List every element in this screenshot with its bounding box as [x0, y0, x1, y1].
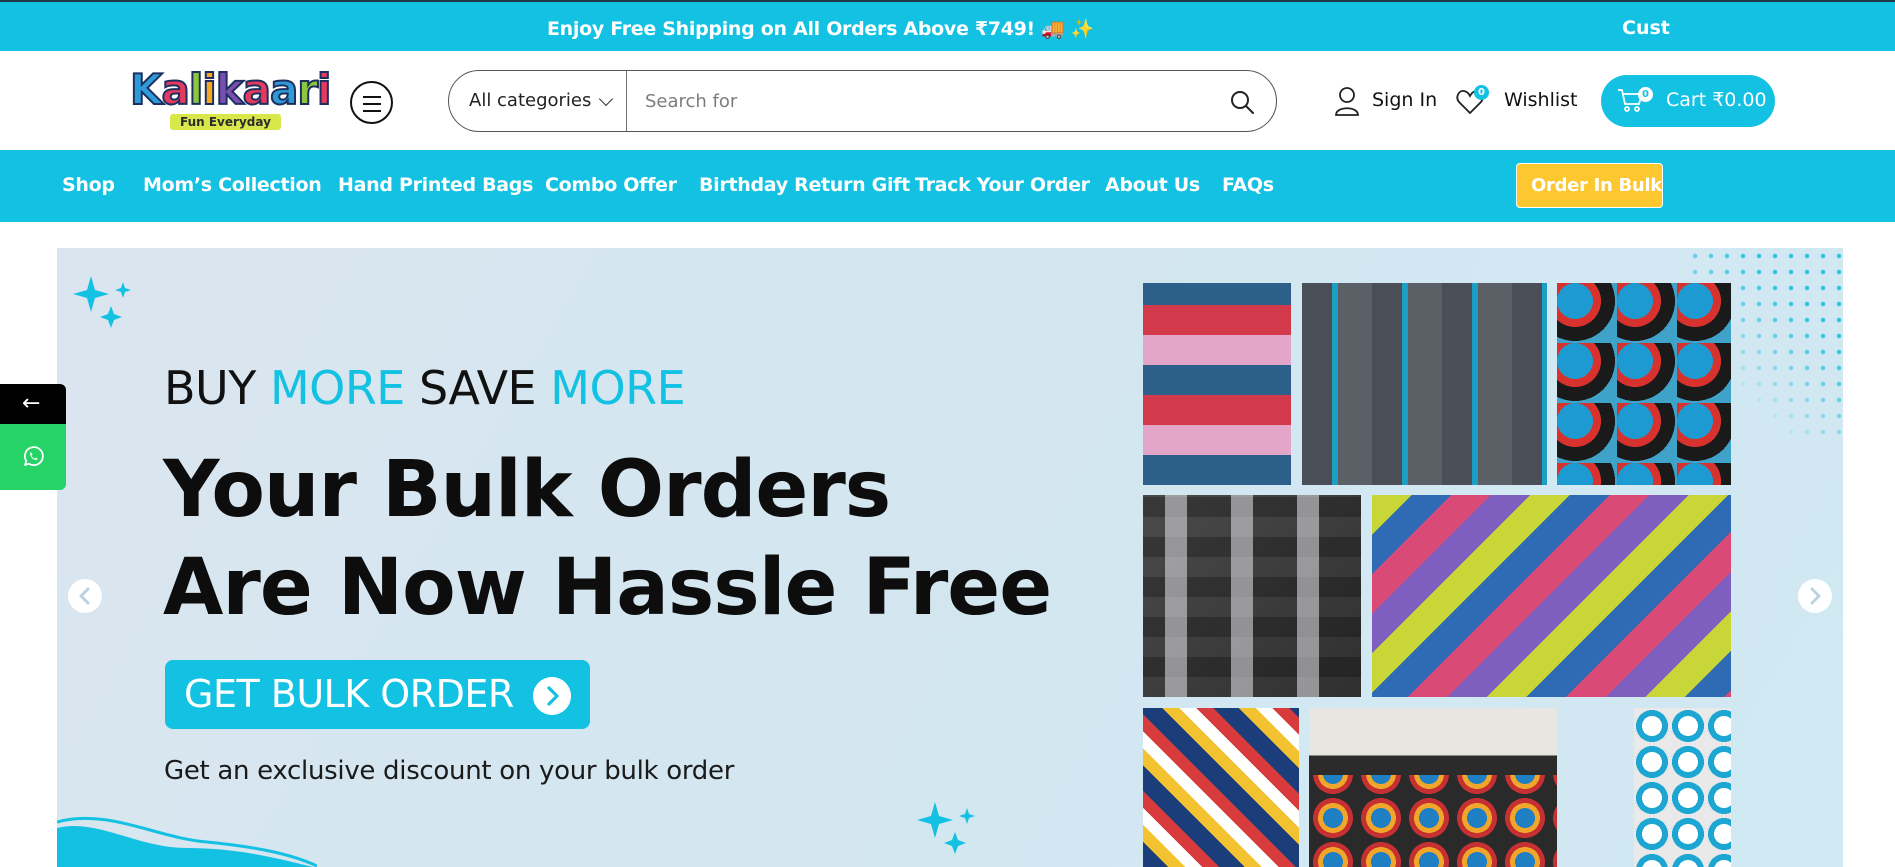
product-photo: [1143, 495, 1361, 697]
nav-item-about-us[interactable]: About Us: [1105, 174, 1200, 196]
arrow-left-icon: ←: [22, 391, 41, 416]
product-photo: [1557, 283, 1731, 485]
cart-label: Cart ₹0.00: [1666, 89, 1767, 111]
nav-item-birthday-return-gift[interactable]: Birthday Return Gift: [699, 174, 910, 196]
sign-in-link[interactable]: Sign In: [1334, 86, 1437, 116]
sign-in-label: Sign In: [1372, 89, 1438, 111]
hero-subtext: Get an exclusive discount on your bulk o…: [164, 756, 735, 786]
kicker-word: SAVE: [419, 361, 537, 415]
kicker-word: MORE: [269, 361, 405, 415]
whatsapp-button[interactable]: [0, 424, 66, 490]
site-logo[interactable]: Kalikaari Fun Everyday: [129, 66, 333, 135]
cta-label: GET BULK ORDER: [184, 672, 514, 716]
hero-kicker: BUY MORE SAVE MORE: [164, 361, 686, 415]
search-icon[interactable]: [1229, 89, 1255, 115]
main-nav: Shop Mom’s Collection Hand Printed Bags …: [0, 150, 1895, 222]
menu-toggle-button[interactable]: [350, 81, 393, 124]
hamburger-icon-line: [363, 110, 381, 112]
nav-item-faqs[interactable]: FAQs: [1222, 174, 1274, 196]
search-input[interactable]: [645, 87, 1205, 115]
slider-next-button[interactable]: [1798, 579, 1832, 613]
wishlist-label: Wishlist: [1504, 89, 1578, 111]
chevron-right-icon: [1810, 587, 1821, 605]
user-icon: [1335, 87, 1359, 116]
headline-line-1: Your Bulk Orders: [163, 445, 891, 535]
product-photo: [1143, 283, 1291, 485]
wave-decoration: [57, 816, 317, 867]
chevron-left-icon: [79, 587, 90, 605]
search-bar: All categories: [448, 70, 1277, 132]
kicker-word: BUY: [164, 361, 256, 415]
hero-slider: BUY MORE SAVE MORE Your Bulk Orders Are …: [57, 248, 1843, 867]
kicker-word: MORE: [550, 361, 686, 415]
get-bulk-order-button[interactable]: GET BULK ORDER: [165, 660, 590, 729]
search-divider: [626, 71, 627, 131]
product-photo: [1302, 283, 1547, 485]
announcement-bar: Enjoy Free Shipping on All Orders Above …: [0, 0, 1895, 51]
headline-line-2: Are Now Hassle Free: [163, 543, 1052, 633]
cart-count-badge: 0: [1638, 87, 1653, 102]
order-in-bulk-label: Order In Bulk: [1531, 175, 1662, 196]
chevron-down-icon: [598, 91, 614, 107]
nav-item-track-your-order[interactable]: Track Your Order: [915, 174, 1090, 196]
site-header: Kalikaari Fun Everyday All categories Si…: [0, 51, 1895, 150]
whatsapp-icon: [23, 446, 44, 467]
sparkle-icon: [73, 276, 131, 328]
product-photo: [1309, 708, 1557, 867]
announcement-text: Enjoy Free Shipping on All Orders Above …: [547, 18, 1095, 40]
product-photo: [1634, 708, 1731, 867]
chevron-right-icon: [533, 677, 571, 715]
nav-item-hand-printed-bags[interactable]: Hand Printed Bags: [338, 174, 533, 196]
product-photo: [1372, 495, 1731, 697]
category-select[interactable]: All categories: [469, 90, 591, 111]
cart-button[interactable]: 0 Cart ₹0.00: [1601, 75, 1775, 127]
wishlist-link[interactable]: 0 Wishlist: [1456, 85, 1578, 115]
nav-item-shop[interactable]: Shop: [62, 174, 115, 196]
nav-item-combo-offer[interactable]: Combo Offer: [545, 174, 677, 196]
hero-headline: Your Bulk Orders Are Now Hassle Free: [163, 441, 1052, 637]
back-button[interactable]: ←: [0, 384, 66, 424]
slider-prev-button[interactable]: [68, 579, 102, 613]
hamburger-icon-line: [363, 103, 381, 105]
wishlist-count-badge: 0: [1474, 85, 1489, 100]
hamburger-icon: [363, 96, 381, 98]
product-photo: [1143, 708, 1299, 867]
order-in-bulk-button[interactable]: Order In Bulk: [1516, 163, 1663, 208]
logo-tagline: Fun Everyday: [170, 114, 281, 130]
logo-wordmark: Kalikaari: [129, 65, 333, 114]
nav-item-moms-collection[interactable]: Mom’s Collection: [143, 174, 322, 196]
sparkle-icon: [917, 802, 975, 854]
customer-link[interactable]: Cust: [1622, 17, 1670, 39]
